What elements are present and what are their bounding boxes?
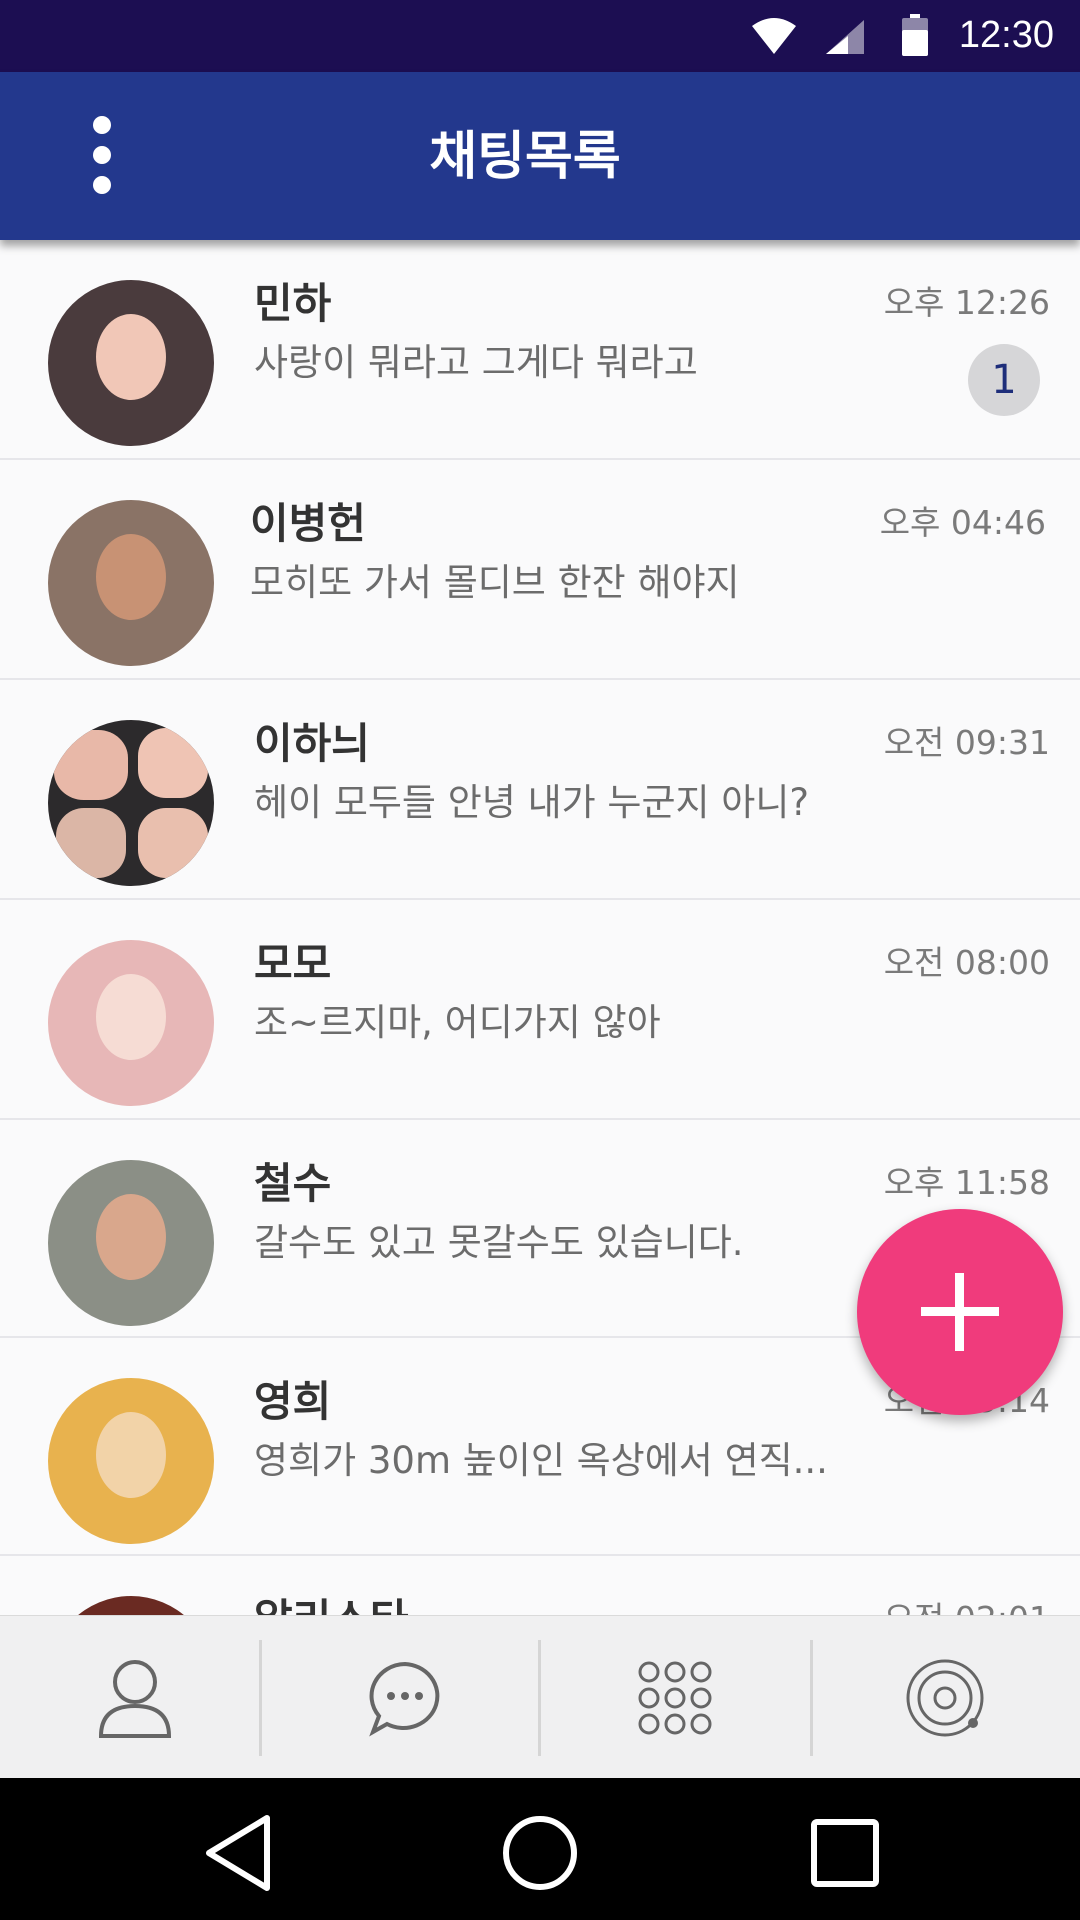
new-chat-button[interactable] bbox=[857, 1209, 1063, 1415]
chat-bubble-icon bbox=[369, 1661, 440, 1736]
chat-time: 오후 11:58 bbox=[883, 1163, 1050, 1202]
bottom-tab-bar bbox=[0, 1615, 1080, 1779]
avatar bbox=[48, 720, 214, 886]
tab-chats[interactable] bbox=[270, 1616, 540, 1779]
wifi-icon bbox=[752, 18, 796, 54]
chat-row[interactable]: 이병헌 모히또 가서 몰디브 한잔 해야지 오후 04:46 bbox=[0, 460, 1080, 680]
recents-icon[interactable] bbox=[800, 1808, 890, 1898]
chat-row[interactable]: 알리스타 오전 02:01 bbox=[0, 1556, 1080, 1615]
chat-time: 오전 02:01 bbox=[884, 1592, 1050, 1615]
tab-divider bbox=[259, 1640, 262, 1756]
tab-settings[interactable] bbox=[810, 1616, 1080, 1779]
home-icon[interactable] bbox=[495, 1808, 585, 1898]
chat-message: 조~르지마, 어디가지 않아 bbox=[254, 1001, 661, 1044]
chat-name: 민하 bbox=[254, 279, 332, 328]
grid-dots-icon bbox=[638, 1661, 712, 1734]
status-time: 12:30 bbox=[958, 14, 1054, 56]
settings-gear-icon bbox=[906, 1659, 984, 1736]
chat-list[interactable]: 민하 사랑이 뭐라고 그게다 뭐라고 오후 12:26 1 이병헌 모히또 가서… bbox=[0, 240, 1080, 1615]
unread-badge: 1 bbox=[968, 344, 1040, 416]
avatar bbox=[48, 940, 214, 1106]
avatar bbox=[48, 1378, 214, 1544]
chat-message: 모히또 가서 몰디브 한잔 해야지 bbox=[250, 561, 740, 604]
chat-message: 갈수도 있고 못갈수도 있습니다. bbox=[254, 1221, 744, 1264]
chat-name: 철수 bbox=[254, 1159, 332, 1208]
system-nav-bar bbox=[0, 1778, 1080, 1920]
cell-signal-icon bbox=[826, 20, 864, 54]
chat-time: 오전 09:31 bbox=[883, 723, 1050, 762]
chat-row[interactable]: 이하늬 헤이 모두들 안녕 내가 누군지 아니? 오전 09:31 bbox=[0, 680, 1080, 900]
back-icon[interactable] bbox=[195, 1808, 285, 1898]
page-title: 채팅목록 bbox=[429, 127, 621, 187]
chat-name: 모모 bbox=[254, 939, 332, 988]
chat-name: 영희 bbox=[254, 1377, 332, 1426]
chat-message: 영희가 30m 높이인 옥상에서 연직... bbox=[254, 1439, 828, 1482]
chat-name: 이하늬 bbox=[254, 719, 370, 768]
battery-icon bbox=[902, 14, 928, 56]
tab-apps[interactable] bbox=[540, 1616, 810, 1779]
chat-name: 이병헌 bbox=[250, 499, 366, 548]
tab-friends[interactable] bbox=[0, 1616, 270, 1779]
chat-time: 오후 12:26 bbox=[883, 283, 1050, 322]
person-icon bbox=[98, 1659, 172, 1738]
chat-message: 헤이 모두들 안녕 내가 누군지 아니? bbox=[254, 781, 810, 824]
avatar bbox=[48, 1160, 214, 1326]
status-bar: 12:30 bbox=[0, 0, 1080, 72]
chat-time: 오후 04:46 bbox=[879, 503, 1046, 542]
avatar bbox=[48, 280, 214, 446]
chat-message: 사랑이 뭐라고 그게다 뭐라고 bbox=[254, 341, 698, 384]
avatar bbox=[48, 1596, 214, 1615]
chat-name: 알리스타 bbox=[254, 1586, 409, 1615]
app-bar: 채팅목록 bbox=[0, 72, 1080, 240]
chat-row[interactable]: 민하 사랑이 뭐라고 그게다 뭐라고 오후 12:26 1 bbox=[0, 240, 1080, 460]
chat-time: 오전 08:00 bbox=[883, 943, 1050, 982]
avatar bbox=[48, 500, 214, 666]
chat-row[interactable]: 모모 조~르지마, 어디가지 않아 오전 08:00 bbox=[0, 900, 1080, 1120]
